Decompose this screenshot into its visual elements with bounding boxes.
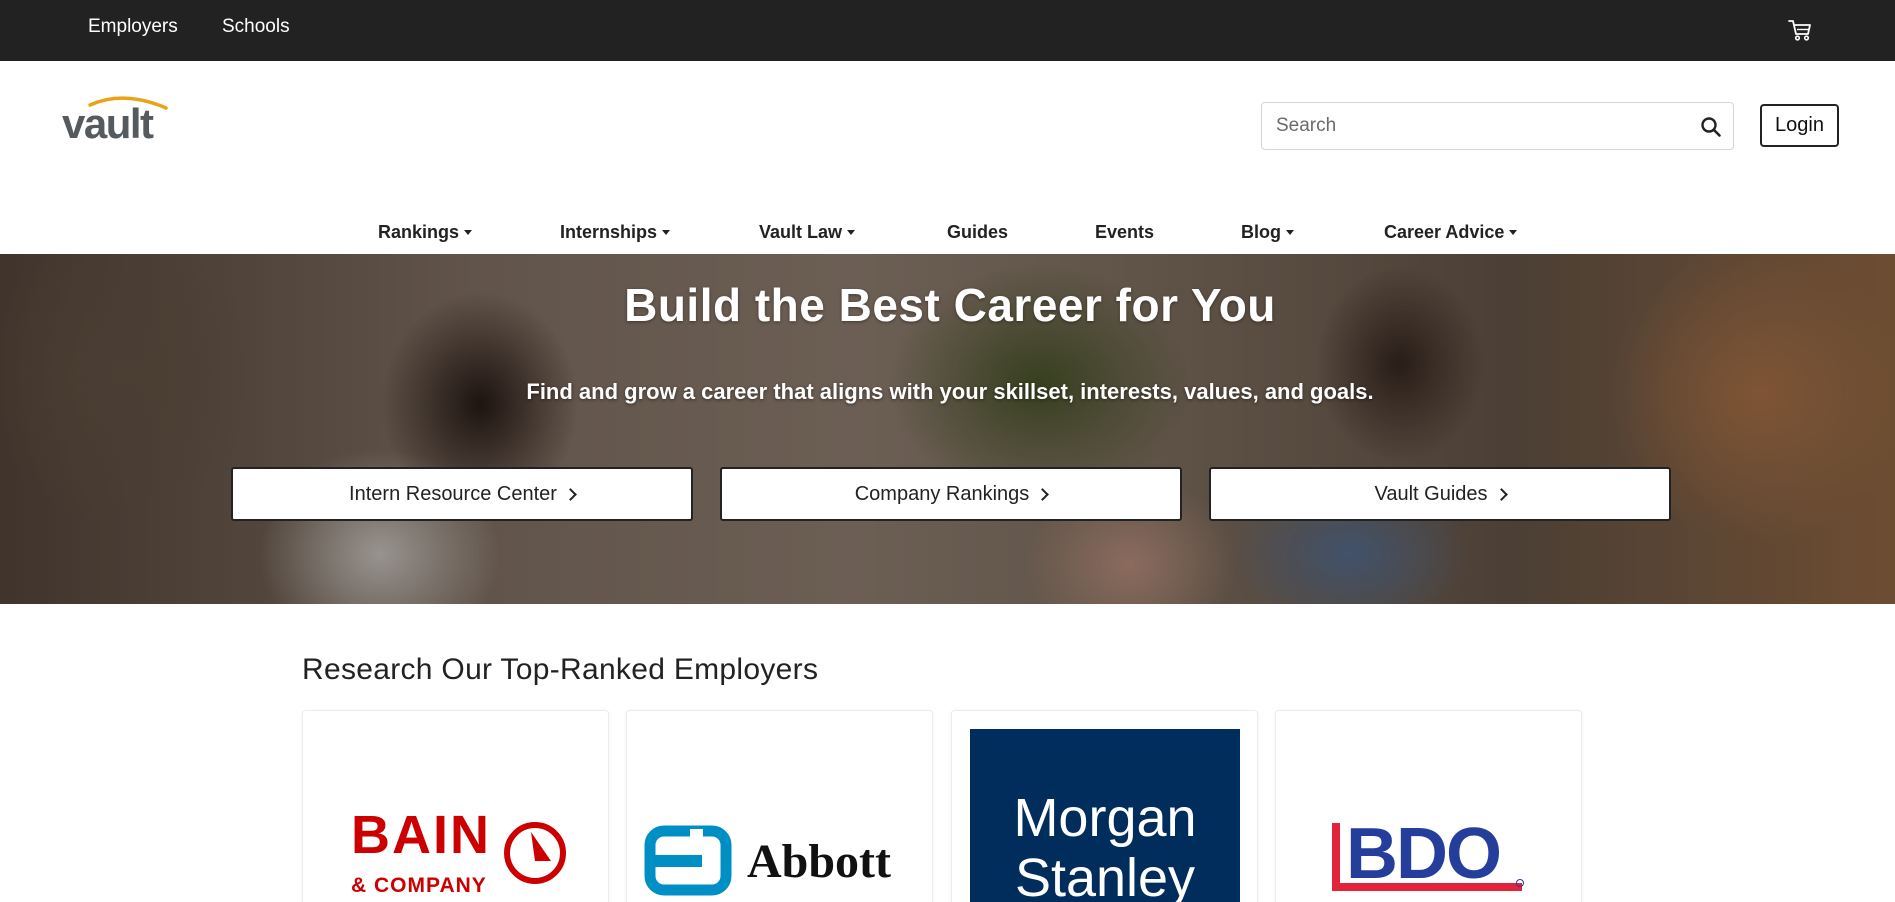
button-label: Intern Resource Center [349,482,557,505]
nav-item-internships[interactable]: Internships [560,218,671,246]
logo-text: Abbott [747,835,891,888]
hero-title: Build the Best Career for You [624,279,1276,331]
intern-resource-center-button[interactable]: Intern Resource Center [231,467,693,521]
caret-down-icon [847,229,856,235]
vault-logo[interactable]: vault [62,94,172,144]
nav-item-label: Internships [560,221,658,242]
logo-text: BAIN [351,805,491,865]
abbott-logo: Abbott [644,825,891,896]
button-label: Company Rankings [854,482,1030,505]
caret-down-icon [662,229,671,235]
button-label: Vault Guides [1374,482,1488,505]
hero-banner: Build the Best Career for You Find and g… [0,254,1895,604]
section-title: Research Our Top-Ranked Employers [302,653,819,686]
employers-link[interactable]: Employers [88,16,178,38]
logo-subtext: Stanley [1015,848,1195,902]
nav-item-label: Events [1095,221,1155,242]
nav-item-label: Blog [1241,221,1281,242]
logo-text: BDO [1346,814,1500,894]
employer-card-morgan-stanley[interactable]: Morgan Stanley [951,710,1258,902]
search-input[interactable] [1276,112,1676,140]
logo-wordmark: vault [62,100,154,144]
caret-down-icon [464,229,473,235]
caret-down-icon [1509,229,1518,235]
nav-item-label: Career Advice [1384,221,1505,242]
logo-text: Morgan [1013,788,1196,848]
main-nav: Rankings Internships Vault Law Guides Ev… [0,218,1895,254]
cart-icon[interactable] [1787,17,1813,43]
login-button[interactable]: Login [1760,104,1839,147]
top-utility-bar: Employers Schools [0,0,1895,61]
employer-card-bain[interactable]: BAIN & COMPANY [302,710,609,902]
employer-card-abbott[interactable]: Abbott [626,710,933,902]
nav-item-career-advice[interactable]: Career Advice [1384,218,1518,246]
nav-item-label: Vault Law [759,221,843,242]
search-box [1261,102,1734,150]
bain-logo: BAIN & COMPANY [351,805,566,897]
logo-subtext: & COMPANY [351,874,487,897]
hero-subtitle: Find and grow a career that aligns with … [526,379,1374,404]
vault-guides-button[interactable]: Vault Guides [1209,467,1671,521]
schools-link[interactable]: Schools [222,16,290,38]
bdo-logo: BDO [1332,814,1524,894]
nav-item-guides[interactable]: Guides [947,218,1008,246]
chevron-right-icon [1036,487,1050,501]
company-rankings-button[interactable]: Company Rankings [720,467,1182,521]
search-icon[interactable] [1699,115,1723,139]
nav-item-vault-law[interactable]: Vault Law [759,218,856,246]
chevron-right-icon [1494,487,1508,501]
chevron-right-icon [564,487,577,501]
morgan-stanley-logo: Morgan Stanley [970,729,1240,902]
nav-item-label: Guides [947,221,1009,242]
caret-down-icon [1286,229,1294,235]
nav-item-rankings[interactable]: Rankings [378,218,473,246]
nav-item-label: Rankings [378,221,460,242]
nav-item-events[interactable]: Events [1095,218,1154,246]
employer-card-bdo[interactable]: BDO [1275,710,1582,902]
nav-item-blog[interactable]: Blog [1241,218,1294,246]
